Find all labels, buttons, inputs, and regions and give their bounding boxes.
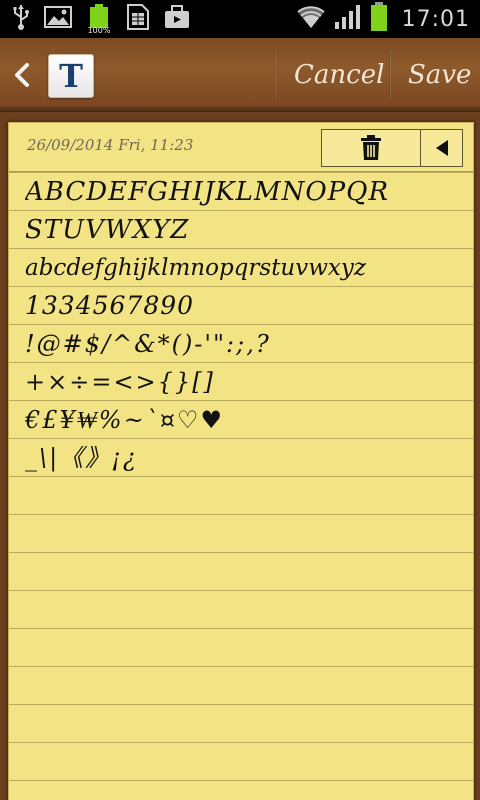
note-line: !@#$/^&*()-'":;,? [25,330,271,358]
signal-icon [334,4,362,34]
note-line: €£¥₩%~`¤♡♥ [25,406,225,434]
status-clock: 17:01 [401,6,470,32]
screen: 100% 17:01 T Cancel Save 26/09/2014 Fri,… [0,0,480,800]
note-line: ABCDEFGHIJKLMNOPQR [25,177,390,207]
delete-button[interactable] [322,130,421,166]
note-line: 1334567890 [25,291,195,320]
briefcase-icon [164,5,190,33]
backspace-button[interactable] [421,130,462,166]
note-line: +×÷=<>{}[] [25,368,215,396]
note-paper[interactable]: 26/09/2014 Fri, 11:23 ABCDEFGHIJKLMNOPQR… [8,122,474,800]
cancel-button[interactable]: Cancel [294,56,384,94]
battery-icon [370,2,388,36]
wifi-icon [296,4,326,34]
note-line: abcdefghijklmnopqrstuvwxyz [25,255,367,281]
note-content[interactable]: ABCDEFGHIJKLMNOPQR STUVWXYZ abcdefghijkl… [25,173,465,477]
image-icon [44,5,72,33]
save-button[interactable]: Save [408,56,471,94]
note-date: 26/09/2014 Fri, 11:23 [27,136,194,154]
status-system: 17:01 [296,2,470,36]
battery-icon: 100% [86,4,112,35]
back-button[interactable] [8,58,36,92]
text-tool-icon: T [59,57,83,95]
usb-icon [12,3,30,35]
note-controls [321,129,463,167]
note-line: STUVWXYZ [25,215,190,245]
sim-icon [126,3,150,35]
toolbar-divider [274,50,276,98]
status-bar: 100% 17:01 [0,0,480,38]
chevron-left-icon [15,63,29,87]
text-mode-button[interactable]: T [48,54,94,98]
note-line: _\|《》¡¿ [25,444,138,472]
battery-percent: 100% [87,26,111,35]
note-toolbar: T Cancel Save [0,38,480,112]
editor-area: 26/09/2014 Fri, 11:23 ABCDEFGHIJKLMNOPQR… [0,112,480,800]
triangle-left-icon [435,140,448,156]
status-notifications: 100% [12,3,190,35]
trash-icon [361,135,381,160]
toolbar-divider [389,50,391,98]
